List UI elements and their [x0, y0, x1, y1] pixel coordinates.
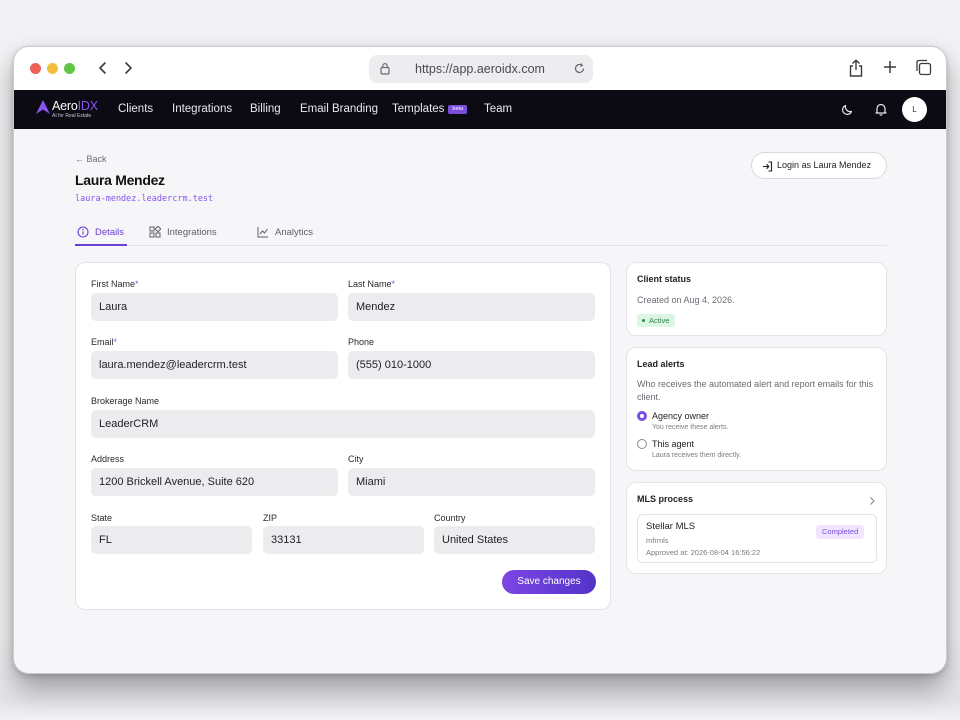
brand-tagline: AI for Real Estate	[52, 113, 92, 119]
lead-alerts-description: Who receives the automated alert and rep…	[637, 379, 874, 402]
email-field[interactable]: laura.mendez@leadercrm.test	[91, 351, 338, 379]
city-field[interactable]: Miami	[348, 468, 595, 496]
reload-icon[interactable]	[573, 62, 586, 80]
address-label: Address	[91, 454, 125, 464]
city-label: City	[348, 454, 364, 464]
lead-alerts-card: Lead alerts Who receives the automated a…	[626, 347, 887, 471]
created-date-text: Created on Aug 4, 2026.	[637, 295, 735, 305]
phone-label: Phone	[348, 337, 375, 347]
status-badge: Active	[637, 314, 676, 327]
first-name-field[interactable]: Laura	[91, 293, 338, 321]
app-navbar: AeroIDX AI for Real Estate Clients Integ…	[14, 90, 946, 129]
lead-alerts-title: Lead alerts	[637, 359, 685, 369]
back-arrow-icon[interactable]	[94, 58, 112, 78]
mls-entry: Stellar MLS mfrmls Approved at: 2026-08-…	[637, 514, 877, 563]
agency-owner-radio[interactable]	[637, 411, 647, 421]
client-status-title: Client status	[637, 274, 692, 284]
agency-owner-sublabel: You receive these alerts.	[652, 424, 729, 431]
logo-mark-icon	[36, 100, 50, 114]
state-field[interactable]: FL	[91, 526, 252, 554]
client-details-form: First Name* Laura Last Name* Mendez Emai…	[75, 262, 611, 610]
tab-analytics[interactable]: Analytics	[257, 227, 313, 238]
phone-field[interactable]: (555) 010-1000	[348, 351, 595, 379]
tabs-overview-icon[interactable]	[915, 59, 932, 81]
client-tabs: Details Integrations Analytics	[75, 222, 887, 246]
state-label: State	[91, 513, 113, 523]
agency-owner-label[interactable]: Agency owner	[652, 411, 709, 421]
info-icon	[77, 226, 89, 238]
user-avatar[interactable]: L	[902, 97, 927, 122]
page-title: Laura Mendez	[75, 172, 165, 188]
last-name-field[interactable]: Mendez	[348, 293, 595, 321]
brand-name: AeroIDX	[52, 99, 98, 113]
address-field[interactable]: 1200 Brickell Avenue, Suite 620	[91, 468, 338, 496]
analytics-chart-icon	[257, 227, 268, 238]
nav-item-billing[interactable]: Billing	[250, 103, 281, 115]
nav-item-email-branding[interactable]: Email Branding	[300, 103, 378, 115]
mls-process-title: MLS process	[637, 494, 694, 504]
country-label: Country	[434, 513, 466, 523]
mls-code: mfrmls	[646, 536, 669, 545]
nav-item-clients[interactable]: Clients	[118, 103, 153, 115]
dark-mode-moon-icon[interactable]	[841, 102, 855, 121]
client-domain[interactable]: laura-mendez.leadercrm.test	[75, 194, 213, 204]
tab-integrations[interactable]: Integrations	[149, 226, 217, 238]
login-as-client-button[interactable]: Login as Laura Mendez	[751, 152, 887, 179]
mls-process-card[interactable]: MLS process Stellar MLS mfrmls Approved …	[626, 482, 887, 574]
notifications-bell-icon[interactable]	[874, 102, 888, 121]
mls-approved-at: Approved at: 2026-08-04 16:56:22	[646, 548, 761, 557]
maximize-window-button[interactable]	[64, 63, 75, 74]
this-agent-radio[interactable]	[637, 439, 647, 449]
address-bar[interactable]: https://app.aeroidx.com	[369, 55, 593, 83]
mls-name: Stellar MLS	[646, 521, 696, 532]
new-tab-icon[interactable]	[882, 59, 898, 80]
browser-toolbar: https://app.aeroidx.com	[14, 47, 946, 90]
nav-item-templates[interactable]: Templates beta	[392, 103, 468, 115]
url-text: https://app.aeroidx.com	[415, 62, 545, 76]
brokerage-name-field[interactable]: LeaderCRM	[91, 410, 595, 438]
share-icon[interactable]	[848, 59, 864, 83]
beta-badge: beta	[448, 105, 468, 114]
zip-label: ZIP	[263, 513, 278, 523]
forward-arrow-icon[interactable]	[119, 58, 137, 78]
last-name-label: Last Name*	[348, 279, 396, 289]
tab-details[interactable]: Details	[77, 226, 124, 238]
email-label: Email*	[91, 337, 118, 347]
this-agent-label[interactable]: This agent	[652, 439, 694, 449]
client-status-card: Client status Created on Aug 4, 2026. Ac…	[626, 262, 887, 336]
nav-item-team[interactable]: Team	[484, 103, 512, 115]
this-agent-sublabel: Laura receives them directly.	[652, 452, 741, 459]
minimize-window-button[interactable]	[47, 63, 58, 74]
browser-window: https://app.aeroidx.com AeroIDX AI for R…	[13, 46, 947, 674]
country-field[interactable]: United States	[434, 526, 595, 554]
brokerage-name-label: Brokerage Name	[91, 396, 160, 406]
mls-status-badge: Completed	[816, 525, 865, 539]
close-window-button[interactable]	[30, 63, 41, 74]
integrations-grid-icon	[149, 226, 161, 238]
first-name-label: First Name*	[91, 279, 139, 289]
back-link[interactable]: ← Back	[75, 154, 107, 164]
zip-field[interactable]: 33131	[263, 526, 424, 554]
lock-icon	[379, 62, 391, 80]
active-tab-indicator	[75, 244, 127, 246]
save-changes-button[interactable]: Save changes	[502, 570, 596, 594]
nav-item-integrations[interactable]: Integrations	[172, 103, 232, 115]
login-icon	[763, 161, 773, 172]
aeroidx-logo[interactable]: AeroIDX AI for Real Estate	[36, 98, 106, 122]
chevron-right-icon[interactable]	[868, 493, 876, 511]
login-as-label: Login as Laura Mendez	[777, 160, 872, 170]
